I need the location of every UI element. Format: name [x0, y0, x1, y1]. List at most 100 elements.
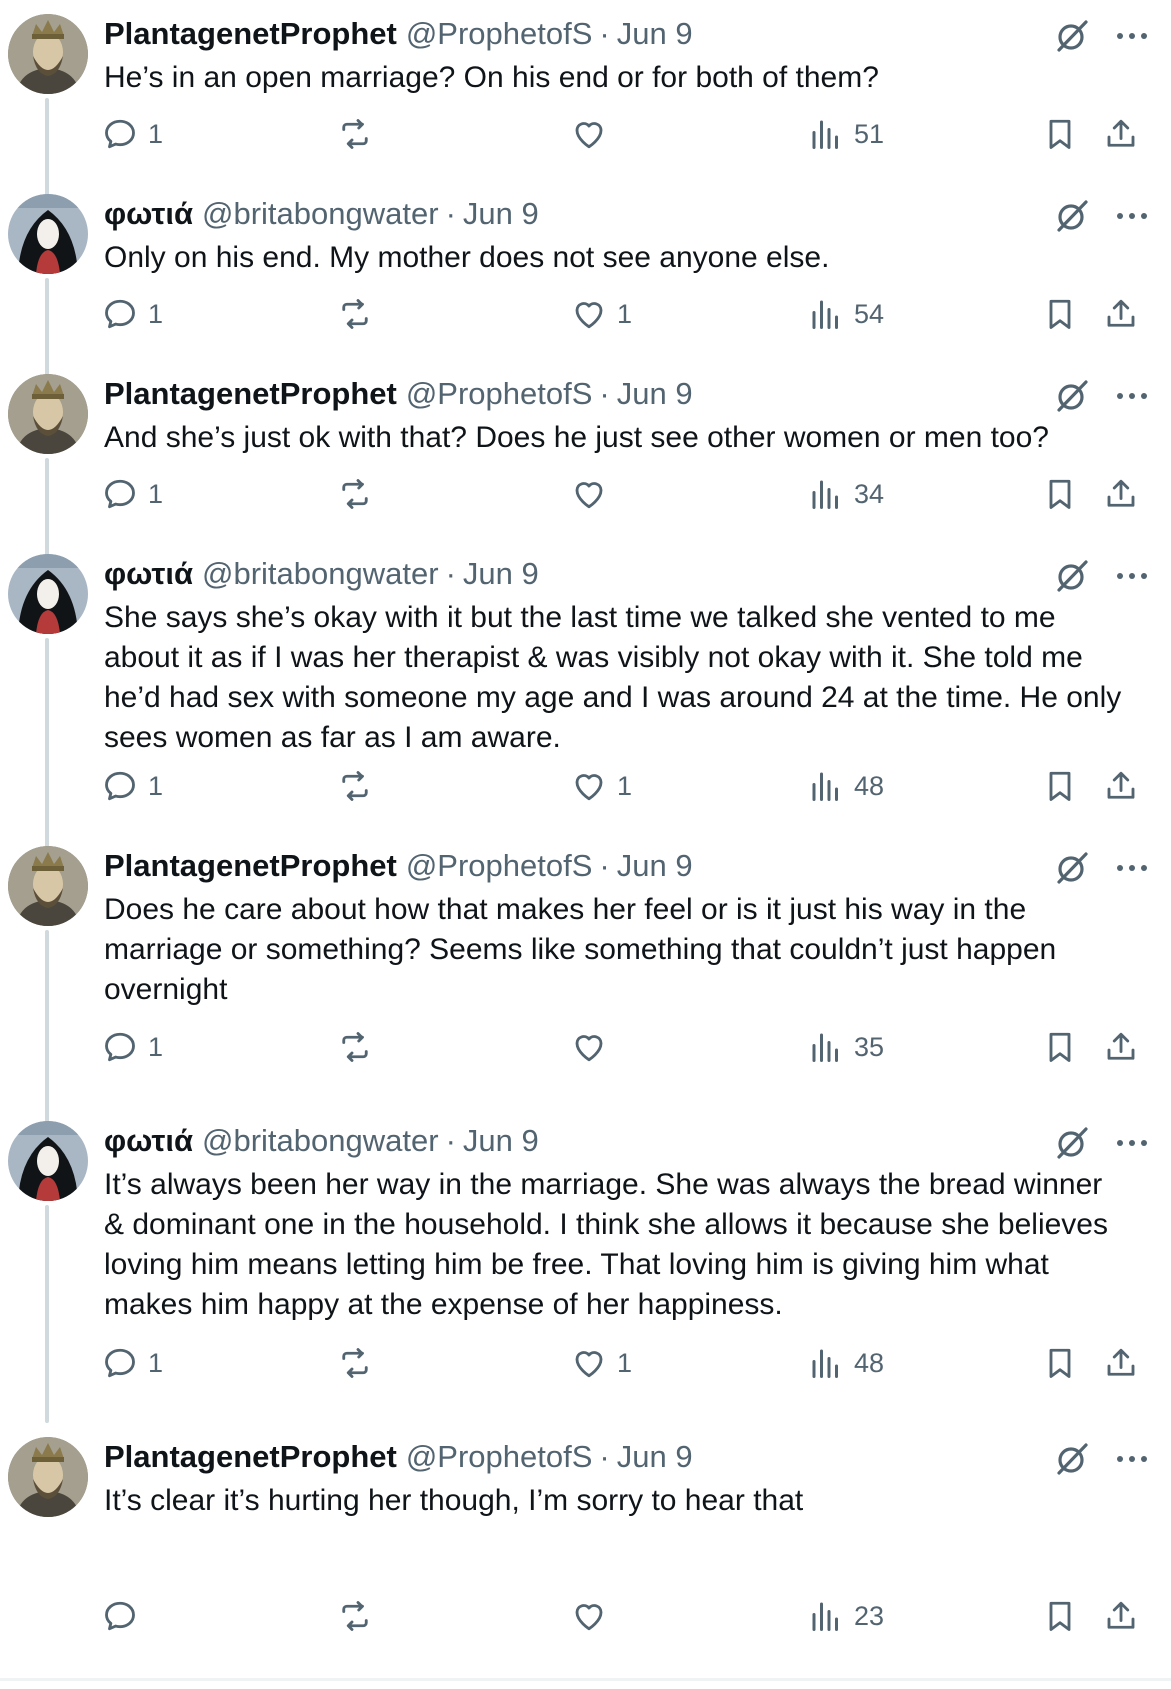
more-icon[interactable]	[1112, 384, 1152, 408]
reply-button[interactable]: 1	[102, 289, 163, 339]
view-count: 48	[854, 770, 885, 801]
avatar-plantagenet[interactable]	[8, 846, 88, 926]
share-button[interactable]	[1103, 1022, 1139, 1072]
reply-button[interactable]: 1	[102, 1338, 163, 1388]
bookmark-icon	[1049, 1032, 1071, 1062]
repost-button[interactable]	[337, 109, 383, 159]
tweet[interactable]: PlantagenetProphet @ProphetofS · Jun 9 D…	[0, 832, 1171, 1125]
more-icon[interactable]	[1112, 1447, 1152, 1471]
more-icon[interactable]	[1112, 856, 1152, 880]
views-button[interactable]: 23	[808, 1591, 884, 1641]
grok-icon[interactable]	[1054, 18, 1090, 54]
timestamp[interactable]: Jun 9	[617, 14, 693, 54]
display-name[interactable]: PlantagenetProphet	[104, 846, 397, 886]
views-button[interactable]: 54	[808, 289, 884, 339]
reply-button[interactable]: 1	[102, 761, 163, 811]
display-name[interactable]: PlantagenetProphet	[104, 14, 397, 54]
like-button[interactable]	[571, 1022, 617, 1072]
like-button[interactable]	[571, 469, 617, 519]
grok-icon[interactable]	[1054, 558, 1090, 594]
bookmark-button[interactable]	[1042, 1338, 1078, 1388]
timestamp[interactable]: Jun 9	[463, 1121, 539, 1161]
share-button[interactable]	[1103, 289, 1139, 339]
user-handle[interactable]: @britabongwater	[202, 554, 439, 594]
avatar-fotia[interactable]	[8, 554, 88, 634]
more-icon[interactable]	[1112, 564, 1152, 588]
repost-button[interactable]	[337, 1591, 383, 1641]
timestamp[interactable]: Jun 9	[617, 846, 693, 886]
display-name[interactable]: φωτιά	[104, 554, 193, 594]
tweet[interactable]: PlantagenetProphet @ProphetofS · Jun 9 I…	[0, 1423, 1171, 1677]
repost-icon	[342, 299, 368, 329]
avatar-plantagenet[interactable]	[8, 1437, 88, 1517]
bookmark-button[interactable]	[1042, 761, 1078, 811]
views-button[interactable]: 35	[808, 1022, 884, 1072]
bookmark-button[interactable]	[1042, 289, 1078, 339]
tweet[interactable]: PlantagenetProphet @ProphetofS · Jun 9 H…	[0, 0, 1171, 198]
display-name[interactable]: φωτιά	[104, 1121, 193, 1161]
repost-button[interactable]	[337, 289, 383, 339]
like-button[interactable]: 1	[571, 289, 632, 339]
user-handle[interactable]: @ProphetofS	[406, 846, 593, 886]
share-button[interactable]	[1103, 109, 1139, 159]
bookmark-button[interactable]	[1042, 1591, 1078, 1641]
reply-button[interactable]: 1	[102, 109, 163, 159]
tweet[interactable]: PlantagenetProphet @ProphetofS · Jun 9 A…	[0, 360, 1171, 558]
tweet[interactable]: φωτιά @britabongwater · Jun 9 She says s…	[0, 540, 1171, 850]
bookmark-button[interactable]	[1042, 1022, 1078, 1072]
repost-icon	[342, 1032, 368, 1062]
user-handle[interactable]: @britabongwater	[202, 194, 439, 234]
views-button[interactable]: 34	[808, 469, 884, 519]
user-handle[interactable]: @ProphetofS	[406, 1437, 593, 1477]
share-button[interactable]	[1103, 761, 1139, 811]
like-button[interactable]	[571, 109, 617, 159]
grok-icon[interactable]	[1054, 1441, 1090, 1477]
more-icon[interactable]	[1112, 204, 1152, 228]
repost-button[interactable]	[337, 1338, 383, 1388]
more-icon[interactable]	[1112, 1131, 1152, 1155]
grok-icon[interactable]	[1054, 1125, 1090, 1161]
share-button[interactable]	[1103, 1591, 1139, 1641]
like-button[interactable]: 1	[571, 1338, 632, 1388]
reply-button[interactable]	[102, 1591, 148, 1641]
tweet[interactable]: φωτιά @britabongwater · Jun 9 It’s alway…	[0, 1107, 1171, 1423]
display-name[interactable]: PlantagenetProphet	[104, 1437, 397, 1477]
heart-icon	[575, 774, 603, 801]
anime-girl-avatar	[8, 1121, 88, 1201]
user-handle[interactable]: @ProphetofS	[406, 14, 593, 54]
grok-icon[interactable]	[1054, 378, 1090, 414]
timestamp[interactable]: Jun 9	[617, 374, 693, 414]
timestamp[interactable]: Jun 9	[463, 554, 539, 594]
bookmark-button[interactable]	[1042, 469, 1078, 519]
reply-count: 1	[148, 1031, 164, 1062]
bookmark-button[interactable]	[1042, 109, 1078, 159]
avatar-fotia[interactable]	[8, 194, 88, 274]
share-button[interactable]	[1103, 1338, 1139, 1388]
repost-button[interactable]	[337, 761, 383, 811]
thread-line	[45, 638, 49, 850]
avatar-fotia[interactable]	[8, 1121, 88, 1201]
timestamp[interactable]: Jun 9	[617, 1437, 693, 1477]
display-name[interactable]: φωτιά	[104, 194, 193, 234]
like-button[interactable]	[571, 1591, 617, 1641]
reply-button[interactable]: 1	[102, 1022, 163, 1072]
share-button[interactable]	[1103, 469, 1139, 519]
avatar-plantagenet[interactable]	[8, 374, 88, 454]
repost-button[interactable]	[337, 469, 383, 519]
reply-button[interactable]: 1	[102, 469, 163, 519]
views-button[interactable]: 48	[808, 761, 884, 811]
views-button[interactable]: 48	[808, 1338, 884, 1388]
more-icon[interactable]	[1112, 24, 1152, 48]
grok-icon[interactable]	[1054, 850, 1090, 886]
timestamp[interactable]: Jun 9	[463, 194, 539, 234]
like-button[interactable]: 1	[571, 761, 632, 811]
display-name[interactable]: PlantagenetProphet	[104, 374, 397, 414]
user-handle[interactable]: @ProphetofS	[406, 374, 593, 414]
user-handle[interactable]: @britabongwater	[202, 1121, 439, 1161]
repost-button[interactable]	[337, 1022, 383, 1072]
grok-icon[interactable]	[1054, 198, 1090, 234]
tweet[interactable]: φωτιά @britabongwater · Jun 9 Only on hi…	[0, 180, 1171, 378]
views-button[interactable]: 51	[808, 109, 884, 159]
tweet-header: PlantagenetProphet @ProphetofS · Jun 9	[104, 14, 693, 54]
avatar-plantagenet[interactable]	[8, 14, 88, 94]
